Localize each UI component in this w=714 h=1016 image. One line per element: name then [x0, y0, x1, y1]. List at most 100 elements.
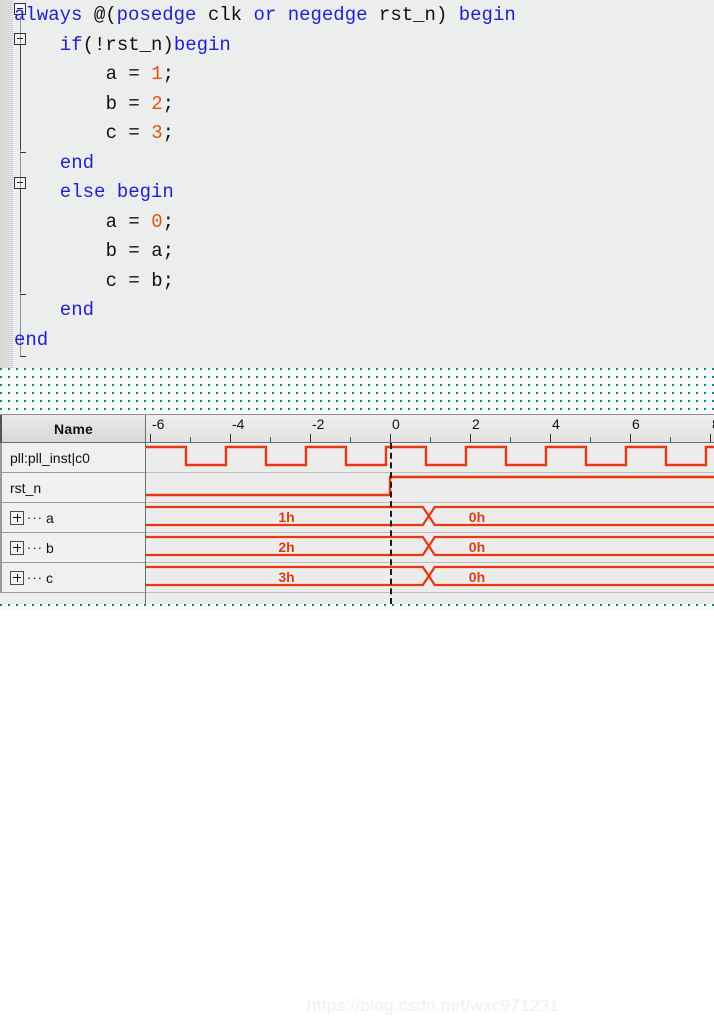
code-token: ; [162, 92, 175, 115]
axis-tick-label: -4 [232, 416, 245, 432]
code-line: end [60, 149, 94, 179]
axis-tick-label: 2 [472, 416, 480, 432]
code-token: begin [173, 33, 231, 56]
signal-waveform-row[interactable]: 2h 0h [146, 533, 714, 563]
axis-major-tick [390, 434, 391, 442]
code-token: ; [162, 210, 175, 233]
axis-minor-tick [430, 437, 431, 442]
code-token: c = [105, 122, 152, 144]
axis-major-tick [150, 434, 151, 442]
code-token: else [59, 181, 106, 203]
code-token: 3 [151, 122, 163, 144]
code-editor-pane[interactable]: always @(posedge clk or negedge rst_n) b… [0, 0, 714, 368]
axis-tick-label: 4 [552, 416, 560, 432]
code-line: a = 0; [106, 208, 174, 238]
screenshot-root: always @(posedge clk or negedge rst_n) b… [0, 0, 714, 1015]
dotted-background-footer [0, 604, 714, 610]
axis-tick-label: -2 [312, 416, 325, 432]
axis-major-tick [710, 434, 711, 442]
axis-minor-tick [190, 437, 191, 442]
signal-waveform-row[interactable] [146, 443, 714, 473]
code-token: a = [105, 210, 152, 233]
code-token: posedge [116, 4, 197, 26]
waveform-viewer[interactable]: Name pll:pll_inst|c0 rst_n ··· a ··· b ··· c -6… [0, 414, 714, 1015]
signal-name-row[interactable]: pll:pll_inst|c0 [0, 443, 145, 473]
code-token: clk [196, 4, 254, 26]
waveform-trace [146, 475, 714, 497]
signal-name-column[interactable]: Name pll:pll_inst|c0 rst_n ··· a ··· b ··· c [0, 415, 146, 604]
signal-name-label: c [46, 569, 53, 586]
axis-tick-label: 0 [392, 416, 400, 432]
code-token: @( [93, 4, 117, 26]
axis-tick-label: -6 [152, 416, 165, 432]
code-token: b = a; [105, 240, 175, 262]
waveform-trace [146, 535, 714, 557]
bus-value-label: 1h [278, 509, 295, 525]
bus-value-label: 0h [468, 539, 486, 555]
signal-name-label: rst_n [10, 479, 42, 496]
watermark-text: https://blog.csdn.net/wxc971231 [307, 996, 560, 1015]
signal-name-row[interactable]: ··· a [0, 503, 145, 533]
axis-major-tick [230, 434, 231, 442]
bus-value-label: 0h [468, 569, 486, 585]
name-column-header: Name [0, 415, 145, 443]
signal-waveform-row[interactable]: 1h 0h [146, 503, 714, 533]
axis-major-tick [310, 434, 311, 442]
axis-tick-label: 6 [632, 416, 640, 432]
signal-waveform-row[interactable]: 3h 0h [146, 563, 714, 593]
code-line: else begin [60, 178, 174, 208]
bus-value-label: 2h [278, 539, 295, 555]
signal-name-row[interactable]: ··· b [0, 533, 145, 563]
code-line: end [14, 326, 48, 356]
axis-minor-tick [510, 437, 511, 442]
signal-waveform-row[interactable] [146, 473, 714, 503]
code-line: a = 1; [106, 60, 174, 90]
signal-name-label: pll:pll_inst|c0 [10, 449, 90, 466]
dotted-background-gap [0, 368, 714, 414]
code-token: or [253, 4, 277, 26]
code-text[interactable]: always @(posedge clk or negedge rst_n) b… [0, 0, 714, 368]
axis-major-tick [630, 434, 631, 442]
code-token: end [59, 299, 95, 321]
code-token: 0 [151, 210, 163, 233]
signal-name-row[interactable]: ··· c [0, 563, 145, 593]
waveform-plot-area[interactable]: -6-4-202468 1h0h2h0h3h0h [146, 415, 714, 604]
expand-plus-icon[interactable] [10, 570, 24, 585]
signal-name-row[interactable]: rst_n [0, 473, 145, 503]
axis-minor-tick [670, 437, 671, 442]
tree-connector: ··· [27, 540, 43, 555]
expand-plus-icon[interactable] [10, 540, 24, 555]
code-token: begin [116, 181, 174, 203]
waveform-trace [146, 565, 714, 587]
axis-minor-tick [270, 437, 271, 442]
signal-name-label: b [46, 539, 54, 556]
time-cursor[interactable] [390, 443, 392, 604]
axis-minor-tick [590, 437, 591, 442]
code-token: begin [458, 4, 516, 26]
code-token: if [59, 33, 83, 56]
code-token: a = [105, 63, 152, 85]
bus-value-label: 0h [468, 509, 486, 525]
code-line: end [60, 296, 94, 326]
expand-plus-icon[interactable] [10, 510, 24, 525]
code-token: ; [162, 63, 175, 85]
code-token: b = [105, 92, 152, 115]
code-token: (!rst_n) [82, 33, 174, 56]
code-token: c = b; [105, 269, 175, 292]
code-line: always @(posedge clk or negedge rst_n) b… [14, 1, 516, 31]
code-token: end [14, 328, 49, 351]
waveform-trace [146, 445, 714, 467]
code-token: 2 [151, 92, 163, 115]
code-line: b = a; [106, 237, 174, 267]
code-line: c = 3; [106, 119, 174, 149]
code-token: 1 [151, 63, 163, 85]
axis-major-tick [550, 434, 551, 442]
tree-connector: ··· [27, 570, 43, 585]
code-token: negedge [287, 4, 368, 26]
code-line: c = b; [106, 267, 174, 297]
time-axis-ruler[interactable]: -6-4-202468 [146, 415, 714, 443]
code-token: end [59, 151, 95, 174]
